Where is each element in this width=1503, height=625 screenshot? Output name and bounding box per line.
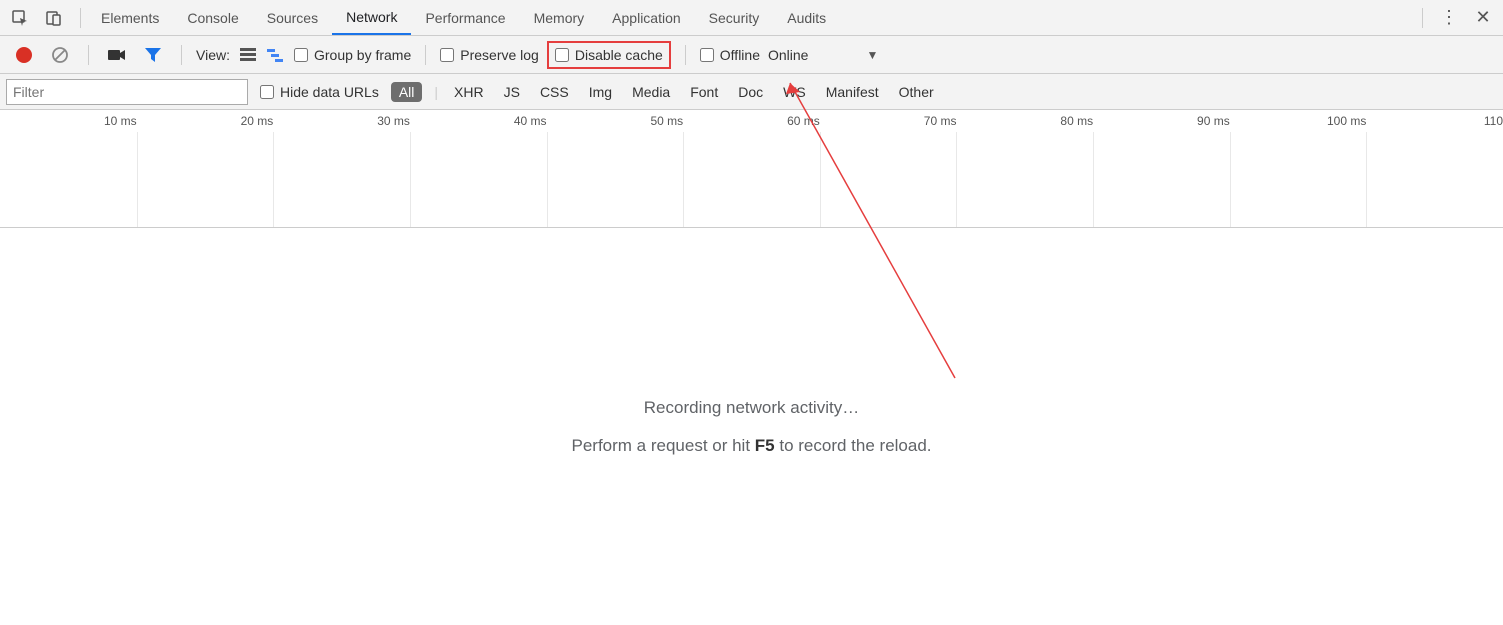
filter-type-media[interactable]: Media — [628, 82, 674, 102]
tab-network[interactable]: Network — [332, 1, 411, 35]
offline-checkbox[interactable]: Offline — [700, 47, 760, 63]
tab-performance[interactable]: Performance — [411, 2, 519, 34]
hint-suffix: to record the reload. — [775, 436, 932, 455]
panel-tabs: Elements Console Sources Network Perform… — [87, 1, 1416, 35]
timeline-gridline — [1230, 132, 1231, 227]
group-by-frame-checkbox[interactable]: Group by frame — [294, 47, 411, 63]
timeline-tick-label: 30 ms — [377, 114, 410, 128]
hide-data-urls-checkbox[interactable]: Hide data URLs — [260, 84, 379, 100]
hint-key: F5 — [755, 436, 775, 455]
offline-label: Offline — [720, 47, 760, 63]
waterfall-icon[interactable] — [266, 45, 286, 65]
divider — [685, 45, 686, 65]
disable-cache-highlight: Disable cache — [547, 41, 671, 69]
divider — [1422, 8, 1423, 28]
more-icon[interactable]: ⋮ — [1435, 4, 1463, 32]
tab-console[interactable]: Console — [173, 2, 252, 34]
clear-button[interactable] — [46, 41, 74, 69]
timeline-gridline — [820, 132, 821, 227]
hint-prefix: Perform a request or hit — [571, 436, 754, 455]
timeline-gridline — [683, 132, 684, 227]
timeline-overview[interactable]: 10 ms 20 ms 30 ms 40 ms 50 ms 60 ms 70 ms 80 ms… — [0, 110, 1503, 228]
inspect-element-icon[interactable] — [6, 4, 34, 32]
filter-type-xhr[interactable]: XHR — [450, 82, 488, 102]
filter-type-css[interactable]: CSS — [536, 82, 573, 102]
filter-type-other[interactable]: Other — [895, 82, 938, 102]
screenshot-icon[interactable] — [103, 41, 131, 69]
record-button[interactable] — [10, 41, 38, 69]
throttling-value: Online — [768, 47, 808, 63]
timeline-tick-label: 10 ms — [104, 114, 137, 128]
preserve-log-checkbox[interactable]: Preserve log — [440, 47, 539, 63]
timeline-gridline — [137, 132, 138, 227]
timeline-tick-label: 70 ms — [924, 114, 957, 128]
divider — [425, 45, 426, 65]
filter-type-all[interactable]: All — [391, 82, 423, 102]
top-left-controls — [6, 4, 87, 32]
network-toolbar: View: Group by frame Preserve log Disabl… — [0, 36, 1503, 74]
filter-bar: Hide data URLs All | XHR JS CSS Img Medi… — [0, 74, 1503, 110]
filter-toggle-icon[interactable] — [139, 41, 167, 69]
divider — [80, 8, 81, 28]
devtools-top-bar: Elements Console Sources Network Perform… — [0, 0, 1503, 36]
recording-message: Recording network activity… — [0, 398, 1503, 418]
tab-elements[interactable]: Elements — [87, 2, 173, 34]
filter-type-font[interactable]: Font — [686, 82, 722, 102]
device-toolbar-icon[interactable] — [40, 4, 68, 32]
filter-type-js[interactable]: JS — [500, 82, 524, 102]
preserve-log-label: Preserve log — [460, 47, 539, 63]
top-right-controls: ⋮ ✕ — [1416, 4, 1497, 32]
tab-audits[interactable]: Audits — [773, 2, 840, 34]
filter-input[interactable] — [6, 79, 248, 105]
filter-types: All | XHR JS CSS Img Media Font Doc WS M… — [391, 82, 938, 102]
close-icon[interactable]: ✕ — [1469, 4, 1497, 32]
view-label: View: — [196, 47, 230, 63]
timeline-tick-label: 100 ms — [1327, 114, 1366, 128]
timeline-gridline — [1366, 132, 1367, 227]
empty-state: Recording network activity… Perform a re… — [0, 228, 1503, 456]
tab-memory[interactable]: Memory — [520, 2, 599, 34]
filter-type-manifest[interactable]: Manifest — [822, 82, 883, 102]
large-rows-icon[interactable] — [238, 45, 258, 65]
timeline-gridline — [273, 132, 274, 227]
disable-cache-label: Disable cache — [575, 47, 663, 63]
group-by-frame-label: Group by frame — [314, 47, 411, 63]
divider — [88, 45, 89, 65]
timeline-tick-label: 80 ms — [1060, 114, 1093, 128]
disable-cache-checkbox[interactable]: Disable cache — [555, 47, 663, 63]
tab-application[interactable]: Application — [598, 2, 695, 34]
throttling-dropdown-icon[interactable]: ▼ — [866, 48, 878, 62]
timeline-gridline — [1093, 132, 1094, 227]
timeline-tick-label: 60 ms — [787, 114, 820, 128]
timeline-grid — [0, 132, 1503, 227]
hide-data-urls-label: Hide data URLs — [280, 84, 379, 100]
timeline-tick-label: 20 ms — [241, 114, 274, 128]
timeline-tick-label: 50 ms — [650, 114, 683, 128]
tab-security[interactable]: Security — [695, 2, 774, 34]
timeline-gridline — [410, 132, 411, 227]
divider — [181, 45, 182, 65]
hint-message: Perform a request or hit F5 to record th… — [0, 436, 1503, 456]
throttling-select[interactable]: Online — [768, 47, 808, 63]
filter-type-ws[interactable]: WS — [779, 82, 810, 102]
timeline-labels: 10 ms 20 ms 30 ms 40 ms 50 ms 60 ms 70 ms 80 ms… — [0, 110, 1503, 132]
timeline-gridline — [956, 132, 957, 227]
tab-sources[interactable]: Sources — [253, 2, 332, 34]
filter-type-img[interactable]: Img — [585, 82, 616, 102]
timeline-tick-label: 40 ms — [514, 114, 547, 128]
timeline-tick-label: 90 ms — [1197, 114, 1230, 128]
timeline-gridline — [547, 132, 548, 227]
filter-type-doc[interactable]: Doc — [734, 82, 767, 102]
divider: | — [434, 84, 438, 100]
timeline-tick-label: 110 — [1484, 114, 1503, 128]
